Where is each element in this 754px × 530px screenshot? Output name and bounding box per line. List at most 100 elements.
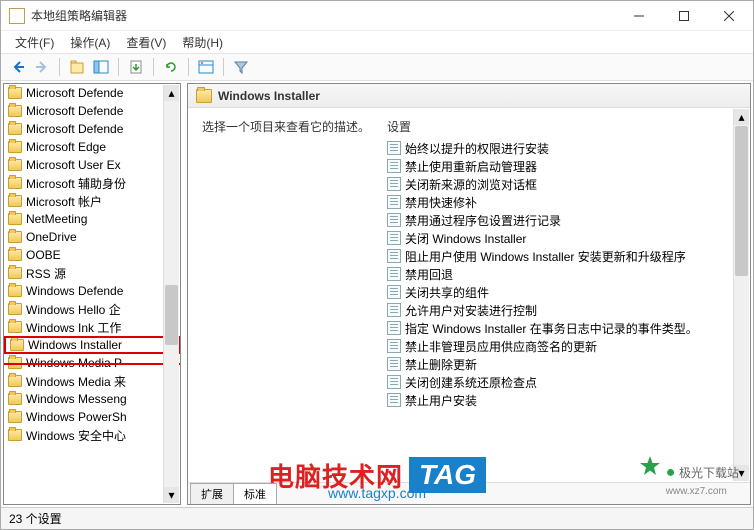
minimize-button[interactable] (616, 1, 661, 30)
refresh-button[interactable] (160, 56, 182, 78)
toolbar-separator (118, 58, 119, 76)
export-button[interactable] (125, 56, 147, 78)
detail-header: Windows Installer (188, 84, 750, 108)
setting-label: 禁止用户安装 (405, 392, 477, 409)
setting-label: 指定 Windows Installer 在事务日志中记录的事件类型。 (405, 320, 698, 337)
tree-item[interactable]: Windows Messeng (4, 390, 180, 408)
setting-label: 禁用通过程序包设置进行记录 (405, 212, 561, 229)
setting-item[interactable]: 禁止删除更新 (387, 355, 742, 373)
setting-item[interactable]: 禁止非管理员应用供应商签名的更新 (387, 337, 742, 355)
tree-item-label: Microsoft 辅助身份 (26, 175, 126, 192)
tree-item[interactable]: Windows PowerSh (4, 408, 180, 426)
folder-icon (8, 231, 22, 243)
properties-button[interactable] (195, 56, 217, 78)
detail-scrollbar[interactable]: ▴ ▾ (733, 109, 749, 481)
tab-standard[interactable]: 标准 (233, 483, 277, 504)
setting-item[interactable]: 禁止使用重新启动管理器 (387, 157, 742, 175)
tree-item[interactable]: Microsoft 帐户 (4, 192, 180, 210)
tree-item-label: NetMeeting (26, 212, 87, 226)
show-hide-tree-button[interactable] (90, 56, 112, 78)
tree-item[interactable]: Windows Installer (4, 336, 180, 354)
tree-item[interactable]: Windows Ink 工作 (4, 318, 180, 336)
forward-button[interactable] (31, 56, 53, 78)
tree-item-label: RSS 源 (26, 265, 66, 282)
tree-item-label: Windows Defende (26, 284, 123, 298)
detail-pane: Windows Installer 选择一个项目来查看它的描述。 设置 始终以提… (187, 83, 751, 505)
policy-icon (387, 141, 401, 155)
setting-item[interactable]: 禁用快速修补 (387, 193, 742, 211)
tree-item[interactable]: NetMeeting (4, 210, 180, 228)
tree-item[interactable]: Windows Hello 企 (4, 300, 180, 318)
settings-column: 设置 始终以提升的权限进行安装禁止使用重新启动管理器关闭新来源的浏览对话框禁用快… (387, 118, 742, 482)
setting-label: 关闭创建系统还原检查点 (405, 374, 537, 391)
status-bar: 23 个设置 (1, 507, 753, 529)
menu-help[interactable]: 帮助(H) (174, 32, 231, 53)
scroll-up-arrow[interactable]: ▴ (734, 109, 749, 125)
setting-label: 禁止非管理员应用供应商签名的更新 (405, 338, 597, 355)
tree-item[interactable]: Microsoft Defende (4, 102, 180, 120)
up-button[interactable] (66, 56, 88, 78)
tree-item[interactable]: Windows Media P (4, 354, 180, 372)
tree-scrollbar[interactable]: ▴ ▾ (163, 85, 179, 503)
setting-item[interactable]: 禁用回退 (387, 265, 742, 283)
setting-item[interactable]: 禁止用户安装 (387, 391, 742, 409)
menu-action[interactable]: 操作(A) (62, 32, 118, 53)
tree-item[interactable]: Microsoft Defende (4, 84, 180, 102)
app-icon (9, 8, 25, 24)
policy-icon (387, 159, 401, 173)
tree-item[interactable]: Windows 安全中心 (4, 426, 180, 444)
detail-title: Windows Installer (218, 89, 320, 103)
setting-item[interactable]: 阻止用户使用 Windows Installer 安装更新和升级程序 (387, 247, 742, 265)
setting-item[interactable]: 关闭共享的组件 (387, 283, 742, 301)
tree-item-label: Windows Installer (28, 338, 122, 352)
setting-item[interactable]: 允许用户对安装进行控制 (387, 301, 742, 319)
close-button[interactable] (706, 1, 751, 30)
tree-item[interactable]: Windows Media 来 (4, 372, 180, 390)
folder-icon (8, 141, 22, 153)
menu-file[interactable]: 文件(F) (7, 32, 62, 53)
description-text: 选择一个项目来查看它的描述。 (202, 118, 387, 135)
tree-item-label: Windows Hello 企 (26, 301, 121, 318)
tree-item[interactable]: Microsoft Defende (4, 120, 180, 138)
folder-icon (8, 87, 22, 99)
setting-item[interactable]: 关闭 Windows Installer (387, 229, 742, 247)
tree-item[interactable]: Microsoft 辅助身份 (4, 174, 180, 192)
setting-item[interactable]: 禁用通过程序包设置进行记录 (387, 211, 742, 229)
main-area: Microsoft DefendeMicrosoft DefendeMicros… (1, 81, 753, 507)
scroll-up-arrow[interactable]: ▴ (164, 85, 179, 101)
tree-item[interactable]: Microsoft User Ex (4, 156, 180, 174)
tree-pane[interactable]: Microsoft DefendeMicrosoft DefendeMicros… (3, 83, 181, 505)
folder-icon (8, 195, 22, 207)
folder-icon (8, 411, 22, 423)
setting-label: 禁用回退 (405, 266, 453, 283)
tree-item-label: OOBE (26, 248, 61, 262)
back-button[interactable] (7, 56, 29, 78)
setting-item[interactable]: 始终以提升的权限进行安装 (387, 139, 742, 157)
setting-item[interactable]: 关闭创建系统还原检查点 (387, 373, 742, 391)
setting-label: 始终以提升的权限进行安装 (405, 140, 549, 157)
scroll-thumb[interactable] (735, 126, 748, 276)
scroll-down-arrow[interactable]: ▾ (164, 487, 179, 503)
folder-icon (8, 213, 22, 225)
policy-icon (387, 393, 401, 407)
tab-extended[interactable]: 扩展 (190, 483, 234, 504)
menu-view[interactable]: 查看(V) (118, 32, 174, 53)
tree-item[interactable]: OOBE (4, 246, 180, 264)
title-bar: 本地组策略编辑器 (1, 1, 753, 31)
setting-item[interactable]: 指定 Windows Installer 在事务日志中记录的事件类型。 (387, 319, 742, 337)
policy-icon (387, 375, 401, 389)
folder-icon (196, 89, 212, 103)
tree-item[interactable]: OneDrive (4, 228, 180, 246)
maximize-button[interactable] (661, 1, 706, 30)
tree-item[interactable]: RSS 源 (4, 264, 180, 282)
filter-button[interactable] (230, 56, 252, 78)
tree-item-label: Microsoft Edge (26, 140, 106, 154)
setting-label: 阻止用户使用 Windows Installer 安装更新和升级程序 (405, 248, 686, 265)
scroll-down-arrow[interactable]: ▾ (734, 465, 749, 481)
scroll-thumb[interactable] (165, 285, 178, 345)
tree-item[interactable]: Microsoft Edge (4, 138, 180, 156)
setting-item[interactable]: 关闭新来源的浏览对话框 (387, 175, 742, 193)
tree-item[interactable]: Windows Defende (4, 282, 180, 300)
setting-label: 允许用户对安装进行控制 (405, 302, 537, 319)
settings-header[interactable]: 设置 (387, 118, 742, 135)
